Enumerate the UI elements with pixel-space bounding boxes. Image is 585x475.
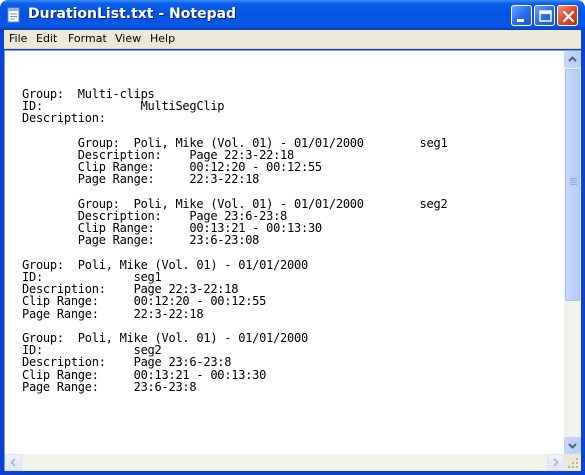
chevron-left-icon (10, 458, 16, 467)
menu-help[interactable]: Help (150, 32, 175, 45)
grip-line (570, 182, 577, 183)
scroll-down-button[interactable] (564, 437, 581, 454)
title-bar[interactable]: DurationList.txt - Notepad (0, 0, 585, 30)
grip-line (570, 184, 577, 185)
scroll-right-button[interactable] (547, 454, 564, 471)
resize-grip-icon (568, 458, 578, 468)
notepad-icon[interactable] (6, 7, 22, 23)
scroll-up-button[interactable] (564, 51, 581, 68)
chevron-up-icon (568, 56, 577, 62)
menu-bar: File Edit Format View Help (4, 30, 581, 49)
horizontal-scrollbar[interactable] (5, 454, 564, 471)
grip-line (570, 178, 577, 179)
minimize-button[interactable] (511, 5, 532, 26)
close-button[interactable] (557, 5, 578, 26)
window-title: DurationList.txt - Notepad (28, 6, 237, 22)
minimize-icon (517, 19, 524, 22)
menu-format[interactable]: Format (68, 32, 107, 45)
text-editor[interactable]: Group: Multi-clips ID: MultiSegClip Desc… (5, 51, 563, 454)
menu-view[interactable]: View (115, 32, 141, 45)
notepad-window: DurationList.txt - Notepad File Edit For… (0, 0, 585, 475)
document-text[interactable]: Group: Multi-clips ID: MultiSegClip Desc… (22, 88, 448, 393)
scroll-thumb[interactable] (565, 69, 580, 301)
menu-edit[interactable]: Edit (36, 32, 57, 45)
menu-file[interactable]: File (9, 32, 27, 45)
chevron-down-icon (568, 443, 577, 449)
scroll-left-button[interactable] (5, 454, 22, 471)
editor-client: Group: Multi-clips ID: MultiSegClip Desc… (4, 50, 581, 471)
resize-grip[interactable] (564, 454, 581, 471)
close-icon (562, 10, 575, 23)
grip-line (570, 180, 577, 181)
vertical-scrollbar[interactable] (564, 51, 581, 454)
maximize-icon (539, 10, 552, 22)
chevron-right-icon (553, 458, 559, 467)
maximize-button[interactable] (534, 5, 555, 26)
